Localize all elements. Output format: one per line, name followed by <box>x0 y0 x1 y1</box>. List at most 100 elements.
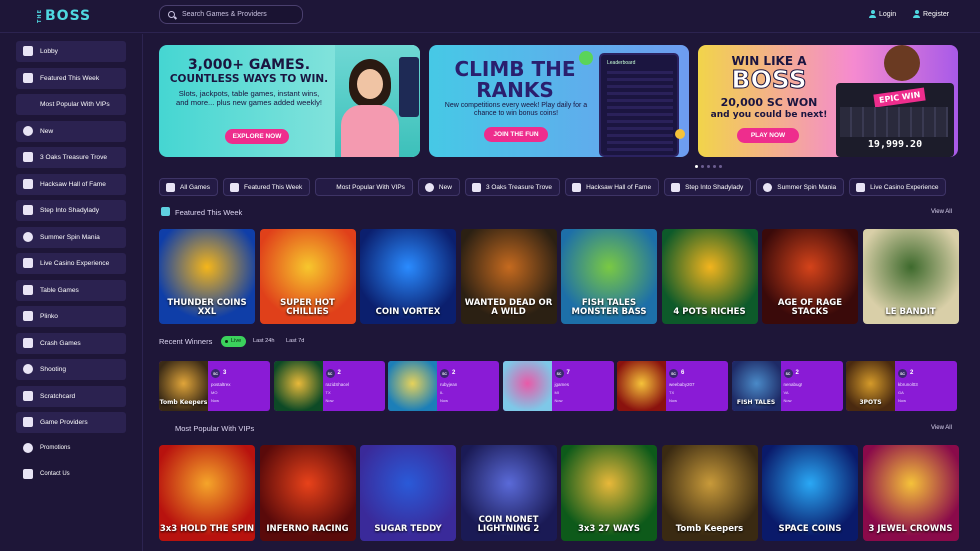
winner-card[interactable]: SC 6 weebaby207 TX Now <box>617 361 728 411</box>
winner-card[interactable]: FISH TALES SC 2 nenabug! VA Now <box>731 361 843 411</box>
winner-state: MO <box>211 390 218 395</box>
carousel-dot[interactable] <box>707 165 710 168</box>
vip-icon <box>322 183 331 192</box>
winner-game-title: Tomb Keepers <box>159 399 208 406</box>
chip-label: Summer Spin Mania <box>777 184 837 191</box>
winner-username: rubyjean <box>440 382 458 387</box>
sidebar-item-scratchcard[interactable]: Scratchcard <box>16 386 126 407</box>
sidebar-item-providers[interactable]: Game Providers <box>16 412 126 433</box>
sidebar-item-summer[interactable]: Summer Spin Mania <box>16 227 126 248</box>
sidebar-item-label: Game Providers <box>40 419 88 426</box>
game-title: SUGAR TEDDY <box>374 523 442 534</box>
game-tile[interactable]: COIN NONET LIGHTNING 2 <box>460 445 557 541</box>
search-input[interactable]: Search Games & Providers <box>159 5 303 24</box>
win-amount: 19,999.20 <box>867 139 923 150</box>
chip-treasure[interactable]: 3 Oaks Treasure Trove <box>464 178 561 196</box>
chip-vip[interactable]: Most Popular With VIPs <box>315 178 413 196</box>
sidebar-item-label: Lobby <box>40 48 58 55</box>
search-icon <box>168 11 175 18</box>
filter-last-7d[interactable]: Last 7d <box>281 336 309 347</box>
register-button[interactable]: Register <box>913 10 949 18</box>
winner-card[interactable]: SC 2 rubyjean IL Now <box>388 361 499 411</box>
carousel-dot[interactable] <box>719 165 722 168</box>
sidebar-item-new[interactable]: New <box>16 121 126 142</box>
play-now-button[interactable]: PLAY NOW <box>737 128 799 143</box>
carousel-dot[interactable] <box>695 165 698 168</box>
winner-game-thumbnail <box>388 361 437 411</box>
winner-time: Now <box>554 398 563 403</box>
chip-new[interactable]: New <box>417 178 460 196</box>
chip-all-games[interactable]: All Games <box>159 178 218 196</box>
vip-view-all-link[interactable]: View All <box>931 425 952 431</box>
chip-live-casino[interactable]: Live Casino Experience <box>849 178 947 196</box>
sidebar-item-treasure[interactable]: 3 Oaks Treasure Trove <box>16 147 126 168</box>
winner-state: MI <box>554 390 559 395</box>
carousel-dot[interactable] <box>701 165 704 168</box>
filter-last-24h[interactable]: Last 24h <box>248 336 279 347</box>
sidebar-item-shooting[interactable]: Shooting <box>16 359 126 380</box>
game-title: COIN NONET LIGHTNING 2 <box>477 515 540 534</box>
chip-summer[interactable]: Summer Spin Mania <box>756 178 845 196</box>
game-tile[interactable]: SUGAR TEDDY <box>360 445 456 541</box>
new-icon <box>424 183 434 192</box>
banner-games[interactable]: 3,000+ GAMES. COUNTLESS WAYS TO WIN. Slo… <box>159 45 420 157</box>
carousel-dot[interactable] <box>713 165 716 168</box>
banner-win-like-boss[interactable]: WIN LIKE A BOSS 20,000 SC WON and you co… <box>698 45 958 157</box>
winner-game-thumbnail: FISH TALES <box>731 361 781 411</box>
logo[interactable]: THE BOSS <box>33 8 91 24</box>
join-the-fun-button[interactable]: JOIN THE FUN <box>484 127 548 142</box>
contact-icon <box>23 469 33 479</box>
game-tile[interactable]: 4 POTS RICHES <box>661 229 758 324</box>
sidebar-item-shadylady[interactable]: Step Into Shadylady <box>16 200 126 221</box>
winner-card[interactable]: Tomb Keepers SC 3 postaltrex MO Now <box>159 361 270 411</box>
scratchcard-icon <box>23 391 33 401</box>
search-placeholder: Search Games & Providers <box>182 11 267 18</box>
sidebar-item-contact[interactable]: Contact Us <box>16 464 126 485</box>
sidebar-item-vip[interactable]: Most Popular With VIPs <box>16 94 126 115</box>
game-tile[interactable]: LE BANDIT <box>862 229 959 324</box>
game-tile[interactable]: AGE OF RAGE STACKS <box>762 229 858 324</box>
filter-live[interactable]: Live <box>221 336 247 347</box>
game-tile[interactable]: 3 JEWEL CROWNS <box>862 445 959 541</box>
sidebar-item-live-casino[interactable]: Live Casino Experience <box>16 253 126 274</box>
sidebar-item-hacksaw[interactable]: Hacksaw Hall of Fame <box>16 174 126 195</box>
winner-state: GA <box>898 390 904 395</box>
game-tile[interactable]: INFERNO RACING <box>259 445 356 541</box>
lobby-icon <box>23 46 33 56</box>
chip-featured[interactable]: Featured This Week <box>222 178 311 196</box>
register-label: Register <box>923 10 950 18</box>
explore-now-button[interactable]: EXPLORE NOW <box>225 129 289 144</box>
login-button[interactable]: Login <box>869 10 896 18</box>
game-title: SPACE COINS <box>778 523 842 534</box>
sidebar-item-label: Most Popular With VIPs <box>40 101 110 108</box>
chip-shadylady[interactable]: Step Into Shadylady <box>664 178 752 196</box>
winner-username: kbrunol03 <box>898 382 918 387</box>
game-tile[interactable]: SUPER HOT CHILLIES <box>259 229 356 324</box>
banner-title: CLIMB THE <box>454 57 576 81</box>
game-tile[interactable]: 3x3 27 WAYS <box>561 445 657 541</box>
game-tile[interactable]: SPACE COINS <box>762 445 858 541</box>
game-tile[interactable]: WANTED DEAD OR A WILD <box>460 229 557 324</box>
carousel-dots[interactable] <box>695 165 722 168</box>
sidebar-item-promotions[interactable]: Promotions <box>16 438 126 459</box>
chip-hacksaw[interactable]: Hacksaw Hall of Fame <box>565 178 660 196</box>
sidebar-item-plinko[interactable]: Plinko <box>16 306 126 327</box>
filter-label: Live <box>231 338 242 344</box>
winner-game-thumbnail <box>273 361 323 411</box>
game-tile[interactable]: 3x3 HOLD THE SPIN <box>159 445 255 541</box>
winner-card[interactable]: SC 7 jgames MI Now <box>502 361 614 411</box>
featured-view-all-link[interactable]: View All <box>931 209 952 215</box>
banner-climb-ranks[interactable]: CLIMB THE RANKS New competitions every w… <box>429 45 689 157</box>
game-tile[interactable]: THUNDER COINS XXL <box>159 229 255 324</box>
sidebar-item-featured[interactable]: Featured This Week <box>16 68 126 89</box>
shadylady-icon <box>671 183 681 192</box>
game-title: SUPER HOT CHILLIES <box>280 298 335 317</box>
winner-card[interactable]: SC 2 razidShacel TX Now <box>273 361 385 411</box>
sidebar-item-crash[interactable]: Crash Games <box>16 333 126 354</box>
sidebar-item-lobby[interactable]: Lobby <box>16 41 126 62</box>
game-tile[interactable]: Tomb Keepers <box>661 445 758 541</box>
sidebar-item-table-games[interactable]: Table Games <box>16 280 126 301</box>
winner-card[interactable]: 3POTS SC 2 kbrunol03 GA Now <box>846 361 957 411</box>
game-tile[interactable]: COIN VORTEX <box>360 229 456 324</box>
game-tile[interactable]: FISH TALES MONSTER BASS <box>561 229 657 324</box>
